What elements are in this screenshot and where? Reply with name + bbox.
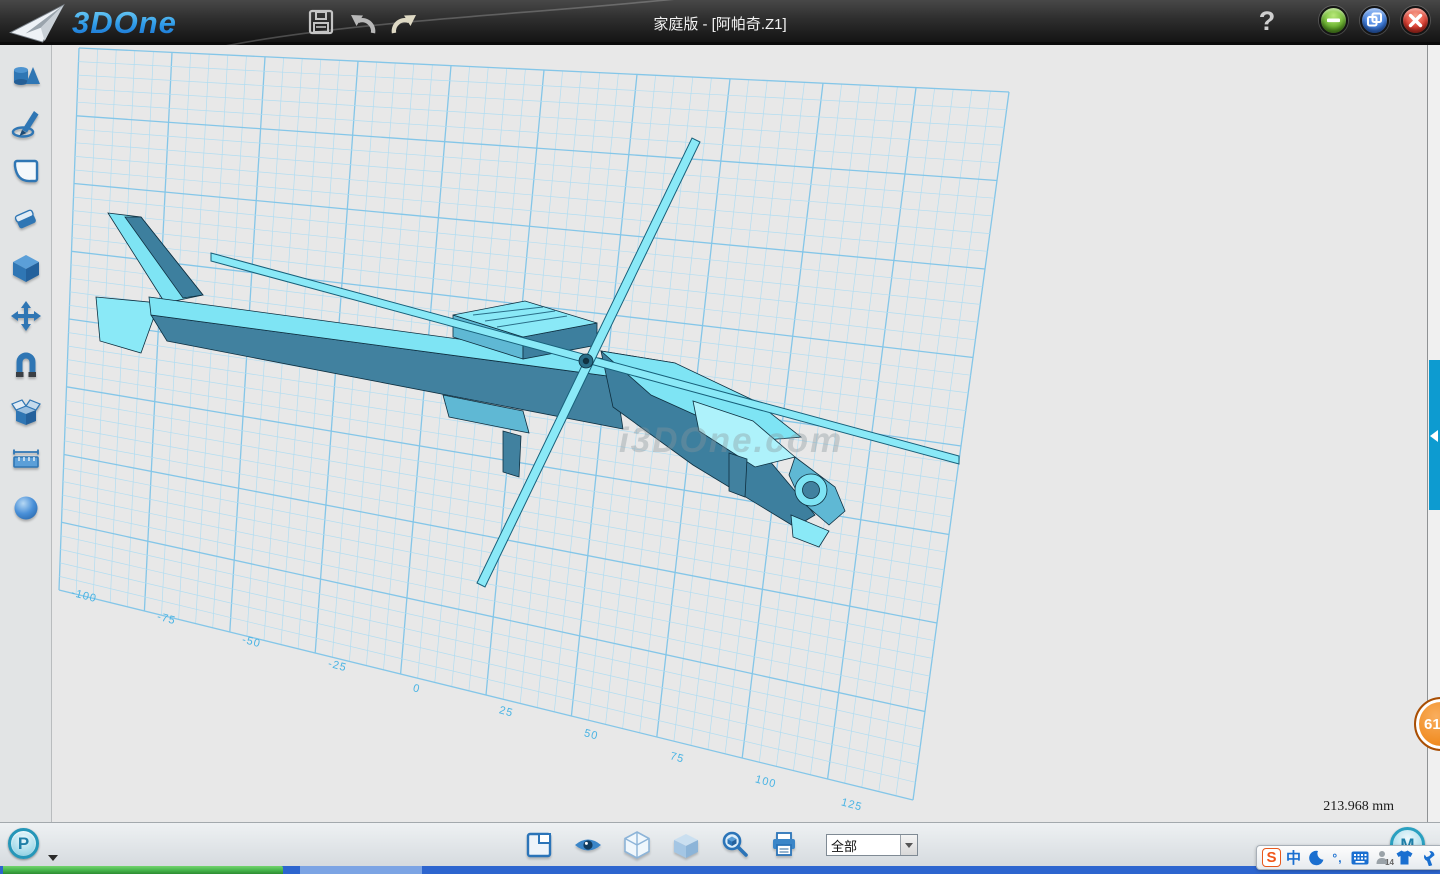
sketch-pen-icon <box>10 108 42 140</box>
cube-icon <box>10 252 42 284</box>
chevron-down-icon <box>905 843 913 848</box>
window-title: 家庭版 - [阿帕奇.Z1] <box>653 13 786 34</box>
shaded-cube-icon <box>671 830 701 860</box>
help-button[interactable]: ? <box>1250 2 1284 40</box>
zoom-button[interactable] <box>718 828 752 862</box>
tool-sketch-button[interactable] <box>9 107 43 141</box>
window-controls <box>1319 6 1430 35</box>
redo-button[interactable] <box>386 4 422 40</box>
taskbar-start-segment[interactable] <box>3 866 283 874</box>
rounded-square-sheet-icon <box>10 156 42 188</box>
visibility-button[interactable] <box>571 828 605 862</box>
pane-corner-icon <box>525 831 553 859</box>
watermark: i3DOne.com <box>619 421 843 461</box>
close-button[interactable] <box>1401 6 1430 35</box>
half-moon-icon <box>1308 850 1324 866</box>
tool-move-button[interactable] <box>9 299 43 333</box>
app-logo: 3DOne <box>8 2 177 44</box>
pane-layout-button[interactable] <box>522 828 556 862</box>
print-button[interactable] <box>767 828 801 862</box>
restore-windows-icon <box>1362 8 1387 33</box>
left-arrow-icon <box>1430 430 1438 442</box>
title-bar: 3DOne 家庭版 - [阿帕奇.Z1] ? <box>0 0 1440 45</box>
eraser-icon <box>10 204 42 236</box>
os-taskbar[interactable] <box>0 866 1440 874</box>
tool-feature-cube-button[interactable] <box>9 251 43 285</box>
open-box-icon <box>10 396 42 428</box>
paper-plane-icon <box>8 2 66 44</box>
profile-button[interactable]: P <box>8 828 39 859</box>
fullwidth-moon-button[interactable] <box>1306 847 1325 868</box>
chinese-mode-button[interactable]: 中 <box>1284 847 1303 868</box>
tool-primitives-button[interactable] <box>9 59 43 93</box>
redo-icon <box>389 7 419 37</box>
app-name: 3DOne <box>72 5 177 41</box>
panel-expand-tab[interactable] <box>1429 360 1440 510</box>
maximize-button[interactable] <box>1360 6 1389 35</box>
measurement-readout: 213.968 mm <box>1323 799 1394 815</box>
settings-wrench-button[interactable] <box>1417 847 1436 868</box>
undo-icon <box>348 7 378 37</box>
eye-icon <box>573 830 603 860</box>
ruler-icon <box>10 444 42 476</box>
user-count-button[interactable]: 14 <box>1373 847 1392 868</box>
move-arrows-icon <box>10 300 42 332</box>
left-toolbar <box>0 45 52 822</box>
profile-button-group: P <box>8 828 39 859</box>
bottom-toolbar: P <box>0 822 1440 866</box>
soft-keyboard-button[interactable] <box>1350 847 1370 868</box>
view-controls: 全部 <box>522 823 918 867</box>
caret-down-icon[interactable] <box>48 855 58 861</box>
cylinder-cone-icon <box>10 60 42 92</box>
undo-button[interactable] <box>345 4 381 40</box>
badge-count: 61 <box>1424 716 1440 733</box>
punctuation-button[interactable]: °, <box>1328 847 1347 868</box>
shaded-display-button[interactable] <box>669 828 703 862</box>
tool-render-button[interactable] <box>9 491 43 525</box>
minus-icon <box>1321 8 1346 33</box>
tool-assembly-box-button[interactable] <box>9 395 43 429</box>
tshirt-icon <box>1396 850 1413 865</box>
tool-eraser-button[interactable] <box>9 203 43 237</box>
save-icon <box>307 8 335 36</box>
tool-constraint-button[interactable] <box>9 347 43 381</box>
sphere-icon <box>10 492 42 524</box>
keyboard-icon <box>1351 851 1369 865</box>
tool-measure-button[interactable] <box>9 443 43 477</box>
wireframe-display-button[interactable] <box>620 828 654 862</box>
viewport-3d[interactable]: -100-75-50-250255075100125 <box>53 45 1427 822</box>
wireframe-cube-icon <box>622 830 652 860</box>
dropdown-value: 全部 <box>827 836 900 855</box>
save-button[interactable] <box>303 4 339 40</box>
display-filter-dropdown[interactable]: 全部 <box>826 834 918 856</box>
magnet-icon <box>10 348 42 380</box>
skin-button[interactable] <box>1395 847 1414 868</box>
user-count-value: 14 <box>1385 858 1394 867</box>
close-icon <box>1403 8 1428 33</box>
wrench-icon <box>1419 850 1435 866</box>
printer-icon <box>769 830 799 860</box>
app-window: 3DOne 家庭版 - [阿帕奇.Z1] ? <box>0 0 1440 874</box>
minimize-button[interactable] <box>1319 6 1348 35</box>
zoom-magnifier-icon <box>720 830 750 860</box>
sogou-logo[interactable]: S <box>1262 848 1281 867</box>
taskbar-item[interactable] <box>300 866 422 874</box>
dropdown-arrow-button[interactable] <box>900 835 917 855</box>
ime-toolbar: S 中 °, 14 <box>1256 845 1440 870</box>
tool-sheet-button[interactable] <box>9 155 43 189</box>
